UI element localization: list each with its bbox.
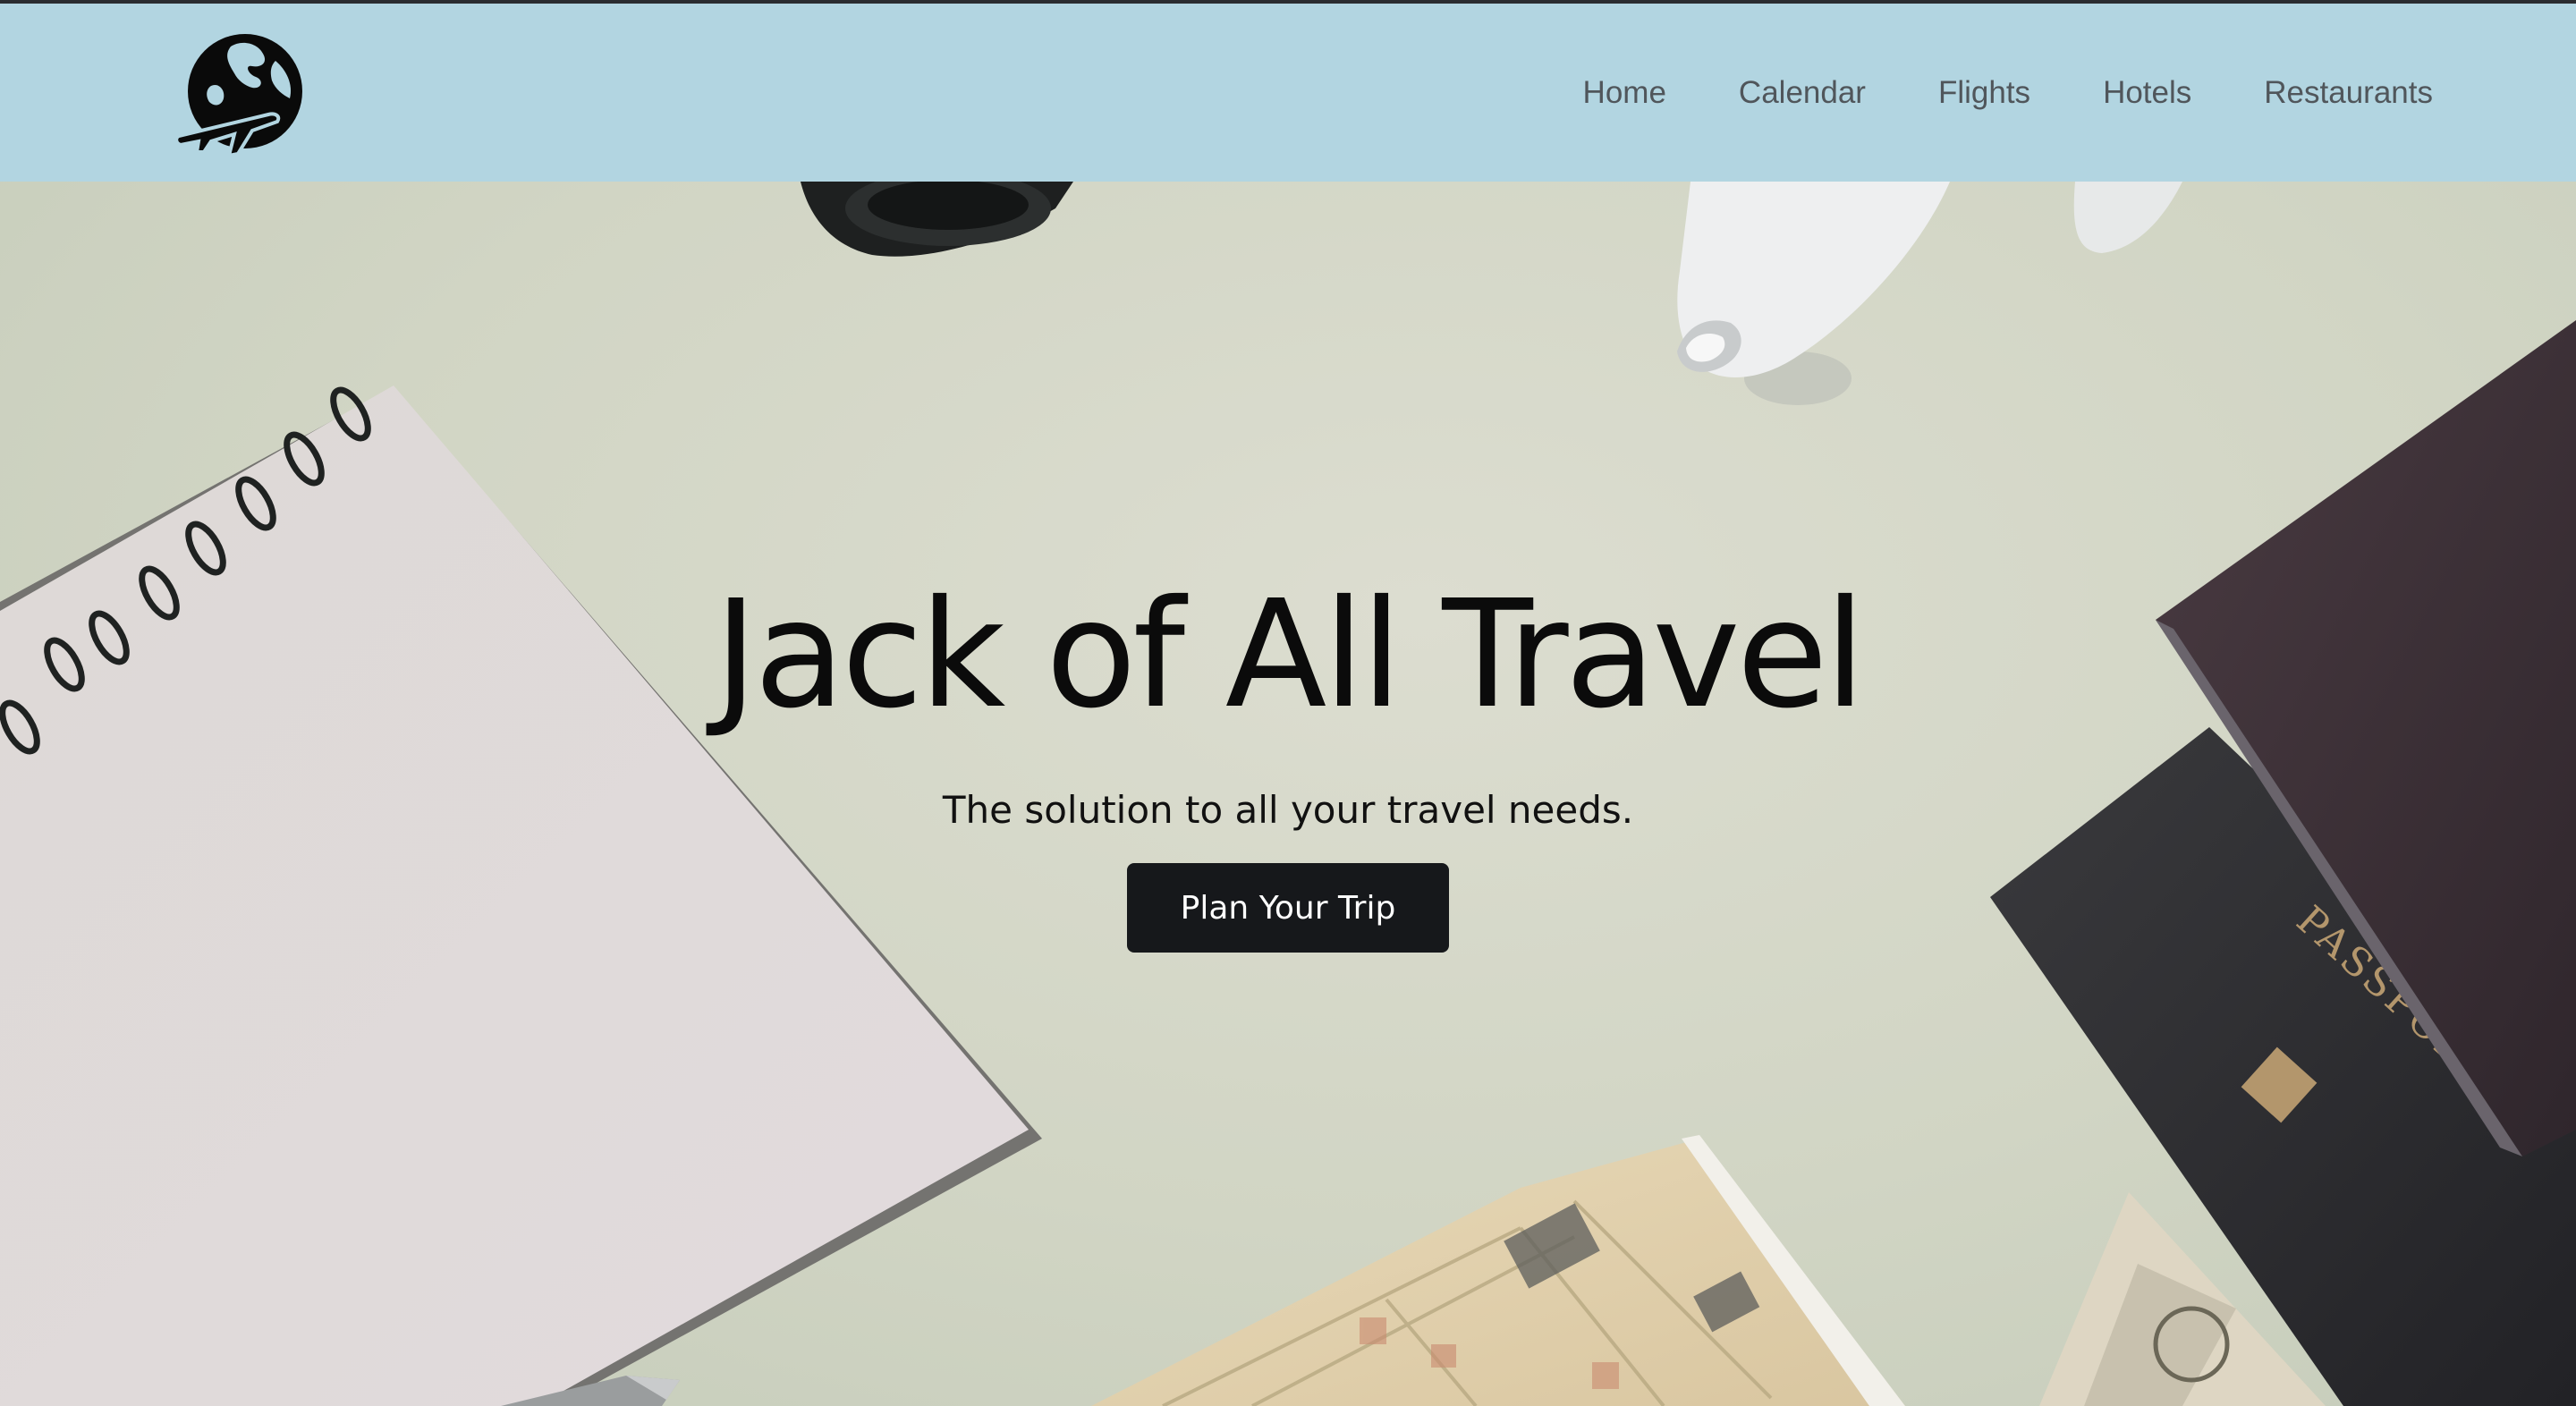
notebook-shape	[0, 385, 1042, 1406]
hero-subtitle: The solution to all your travel needs.	[942, 788, 1634, 832]
nav-calendar-link[interactable]: Calendar	[1739, 75, 1866, 111]
main-nav: Home Calendar Flights Hotels Restaurants	[1511, 4, 2433, 182]
hero-section: PASSPORT Jack of All Travel The solution…	[0, 182, 2576, 1406]
toy-airplane-shape	[1677, 182, 2182, 405]
nav-hotels-link[interactable]: Hotels	[2103, 75, 2191, 111]
page: Home Calendar Flights Hotels Restaurants	[0, 0, 2576, 1406]
nav-home-link[interactable]: Home	[1583, 75, 1666, 111]
navbar: Home Calendar Flights Hotels Restaurants	[0, 4, 2576, 182]
nav-restaurants-link[interactable]: Restaurants	[2264, 75, 2433, 111]
camera-shape	[801, 182, 1073, 257]
passport-shape: PASSPORT	[1990, 320, 2576, 1406]
globe-airplane-icon[interactable]	[174, 30, 309, 159]
map-shape	[1091, 1135, 1905, 1406]
plan-your-trip-button[interactable]: Plan Your Trip	[1127, 863, 1449, 953]
nav-flights-link[interactable]: Flights	[1938, 75, 2030, 111]
top-strip	[0, 0, 2576, 4]
hero-title: Jack of All Travel	[714, 569, 1866, 741]
